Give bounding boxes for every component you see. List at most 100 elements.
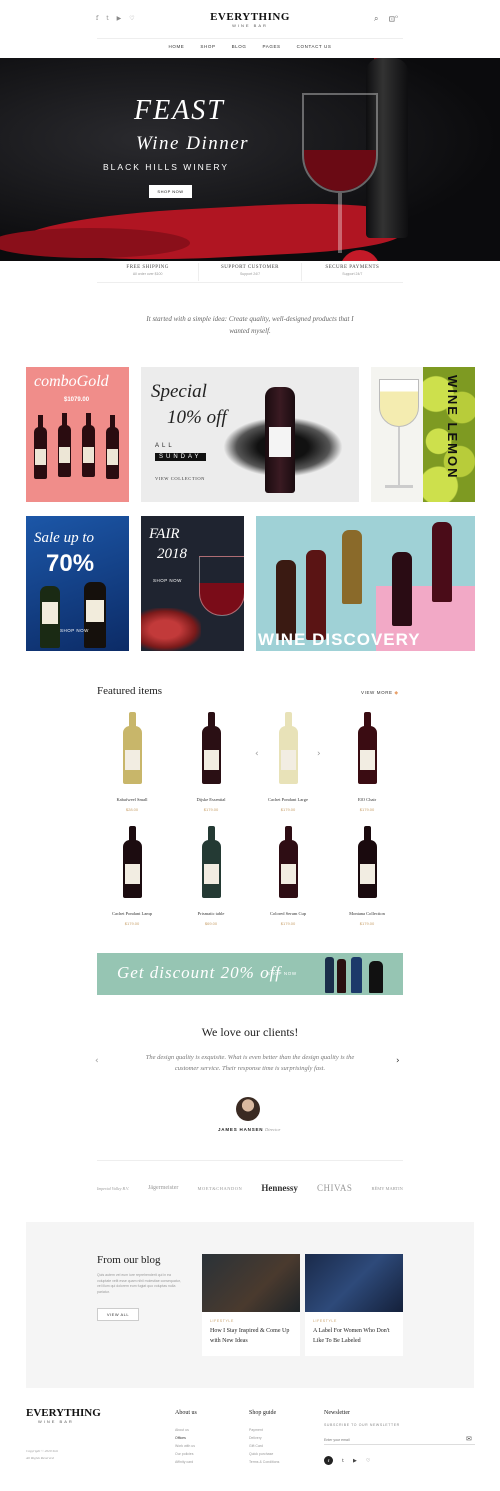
product-card[interactable]: Montana Collection $179.00: [332, 826, 402, 926]
chevron-left-icon[interactable]: ‹: [255, 749, 259, 759]
product-card[interactable]: Cachet Pondant Large $179.00: [253, 712, 323, 812]
rights-text: All Rights Reserved: [26, 1456, 54, 1460]
heart-icon[interactable]: ♡: [366, 1458, 370, 1464]
feature-strip: FREE SHIPPING All order over $100 SUPPOR…: [97, 263, 403, 281]
newsletter-subtitle: SUBSCRIBE TO OUR NEWSLETTER: [324, 1423, 400, 1427]
facebook-icon[interactable]: f: [324, 1456, 333, 1465]
blog-post-title[interactable]: How I Stay Inspired & Come Up with New I…: [210, 1326, 294, 1346]
bottle-image: [325, 957, 334, 993]
nav-contact[interactable]: CONTACT US: [297, 44, 332, 49]
product-card[interactable]: Kabafweel Small $28.00: [97, 712, 167, 812]
product-name[interactable]: Prismatic table: [176, 911, 246, 916]
hero-subtitle: Wine Dinner: [136, 133, 250, 154]
product-name[interactable]: Dijske Essential: [176, 797, 246, 802]
feature-shipping: FREE SHIPPING All order over $100: [97, 263, 200, 281]
footer-heading: About us: [175, 1410, 197, 1416]
product-name[interactable]: Cachet Pondant Large: [253, 797, 323, 802]
blog-card[interactable]: LIFESTYLE A Label For Women Who Don't Li…: [305, 1254, 403, 1356]
newsletter-email-input[interactable]: [324, 1435, 475, 1445]
fair-shop-button[interactable]: SHOP NOW: [153, 578, 182, 583]
chevron-right-icon[interactable]: ›: [396, 1056, 400, 1066]
product-price: $179.00: [280, 921, 296, 926]
nav-blog[interactable]: BLOG: [232, 44, 247, 49]
product-price: $179.00: [280, 807, 296, 812]
product-price: $179.00: [359, 921, 375, 926]
avatar: [236, 1097, 260, 1121]
bottle-label: [86, 600, 104, 622]
chevron-right-icon[interactable]: ›: [317, 749, 321, 759]
footer-logo[interactable]: EVERYTHING WINE BAR: [26, 1407, 101, 1424]
header-icons: ⌕ ⊡0: [374, 14, 398, 24]
copyright: Copyright © 2020 Snit All Rights Reserve…: [26, 1448, 58, 1462]
view-collection-link[interactable]: VIEW COLLECTION: [155, 476, 205, 481]
feature-sub: Support 24/7: [239, 272, 261, 276]
footer-link[interactable]: Gift Card: [249, 1442, 279, 1450]
site-logo[interactable]: EVERYTHING WINE BAR: [0, 11, 500, 28]
nav-home[interactable]: HOME: [169, 44, 185, 49]
discount-banner[interactable]: Get discount 20% off SHOP NOW: [97, 953, 403, 995]
bottle-label: [42, 602, 58, 624]
blog-post-title[interactable]: A Label For Women Who Don't Like To Be L…: [313, 1326, 397, 1346]
blog-category[interactable]: LIFESTYLE: [313, 1319, 403, 1323]
combo-title: comboGold: [34, 373, 109, 390]
blog-category[interactable]: LIFESTYLE: [210, 1319, 300, 1323]
discount-shop-button[interactable]: SHOP NOW: [267, 971, 297, 976]
youtube-icon[interactable]: ▶: [353, 1458, 357, 1464]
testimonial-quote: The design quality is exquisite. What is…: [145, 1054, 355, 1072]
footer-link[interactable]: Work with us: [175, 1442, 197, 1450]
brand-logo[interactable]: Hennessy: [261, 1183, 298, 1193]
feature-support: SUPPORT CUSTOMER Support 24/7: [199, 263, 302, 281]
copyright-text: Copyright © 2020 Snit: [26, 1449, 58, 1453]
banner-special-offer[interactable]: Special 10% off ALL SUNDAY VIEW COLLECTI…: [141, 367, 359, 502]
view-all-button[interactable]: VIEW ALL: [97, 1308, 139, 1321]
product-name[interactable]: Cachet Pondant Lamp: [97, 911, 167, 916]
nav-shop[interactable]: SHOP: [200, 44, 215, 49]
white-wine-glass: [379, 379, 419, 427]
red-wine-glass: [199, 556, 244, 616]
banner-fair[interactable]: FAIR 2018 SHOP NOW: [141, 516, 244, 651]
footer-link[interactable]: Quick purchase: [249, 1450, 279, 1458]
footer-link[interactable]: Offices: [175, 1434, 197, 1442]
product-card[interactable]: Colored Serum Cup $179.00: [253, 826, 323, 926]
banner-wine-discovery[interactable]: WINE DISCOVERY: [256, 516, 475, 651]
logo-title: EVERYTHING: [210, 11, 290, 23]
chevron-left-icon[interactable]: ‹: [95, 1056, 99, 1066]
banner-combo-gold[interactable]: comboGold $1079.00: [26, 367, 129, 502]
glass-base: [385, 485, 413, 488]
product-card[interactable]: Dijske Essential $179.00: [176, 712, 246, 812]
nav-pages[interactable]: PAGES: [262, 44, 280, 49]
product-card[interactable]: Cachet Pondant Lamp $179.00: [97, 826, 167, 926]
product-card[interactable]: Prismatic table $69.00: [176, 826, 246, 926]
product-name[interactable]: Kabafweel Small: [97, 797, 167, 802]
footer-link[interactable]: Payment: [249, 1426, 279, 1434]
sale-shop-button[interactable]: SHOP NOW: [60, 628, 89, 633]
search-icon[interactable]: ⌕: [374, 14, 378, 24]
brand-logo[interactable]: Imperial Valley B.V.: [97, 1186, 129, 1191]
twitter-icon[interactable]: t: [342, 1458, 344, 1464]
footer-link[interactable]: Delivery: [249, 1434, 279, 1442]
product-name[interactable]: Montana Collection: [332, 911, 402, 916]
bottle-image: [276, 560, 296, 640]
footer-link[interactable]: Terms & Conditions: [249, 1458, 279, 1466]
product-price: $69.00: [204, 921, 218, 926]
footer-link[interactable]: Our policies: [175, 1450, 197, 1458]
brand-logo[interactable]: MOET&CHANDON: [198, 1186, 243, 1191]
brand-logo[interactable]: Jägermeister: [148, 1185, 178, 1191]
footer-link[interactable]: Affinity card: [175, 1458, 197, 1466]
envelope-icon[interactable]: ✉: [466, 1435, 472, 1443]
view-more-link[interactable]: VIEW MORE ◆: [361, 690, 399, 696]
brand-logo[interactable]: RÉMY MARTIN: [371, 1186, 402, 1191]
footer-link[interactable]: About us: [175, 1426, 197, 1434]
banner-sale[interactable]: Sale up to 70% SHOP NOW: [26, 516, 129, 651]
brand-logo[interactable]: CHIVAS: [317, 1183, 352, 1193]
sale-percent: 70%: [46, 550, 95, 577]
feature-payments: SECURE PAYMENTS Support 24/7: [302, 263, 403, 281]
product-name[interactable]: Colored Serum Cup: [253, 911, 323, 916]
blog-card[interactable]: LIFESTYLE How I Stay Inspired & Come Up …: [202, 1254, 300, 1356]
hero-shop-button[interactable]: SHOP NOW: [149, 185, 192, 198]
product-card[interactable]: ElO Chair $179.00: [332, 712, 402, 812]
product-image: [122, 712, 142, 784]
banner-wine-lemon[interactable]: WINE LEMON: [371, 367, 475, 502]
cart-icon[interactable]: ⊡0: [388, 14, 397, 24]
product-name[interactable]: ElO Chair: [332, 797, 402, 802]
